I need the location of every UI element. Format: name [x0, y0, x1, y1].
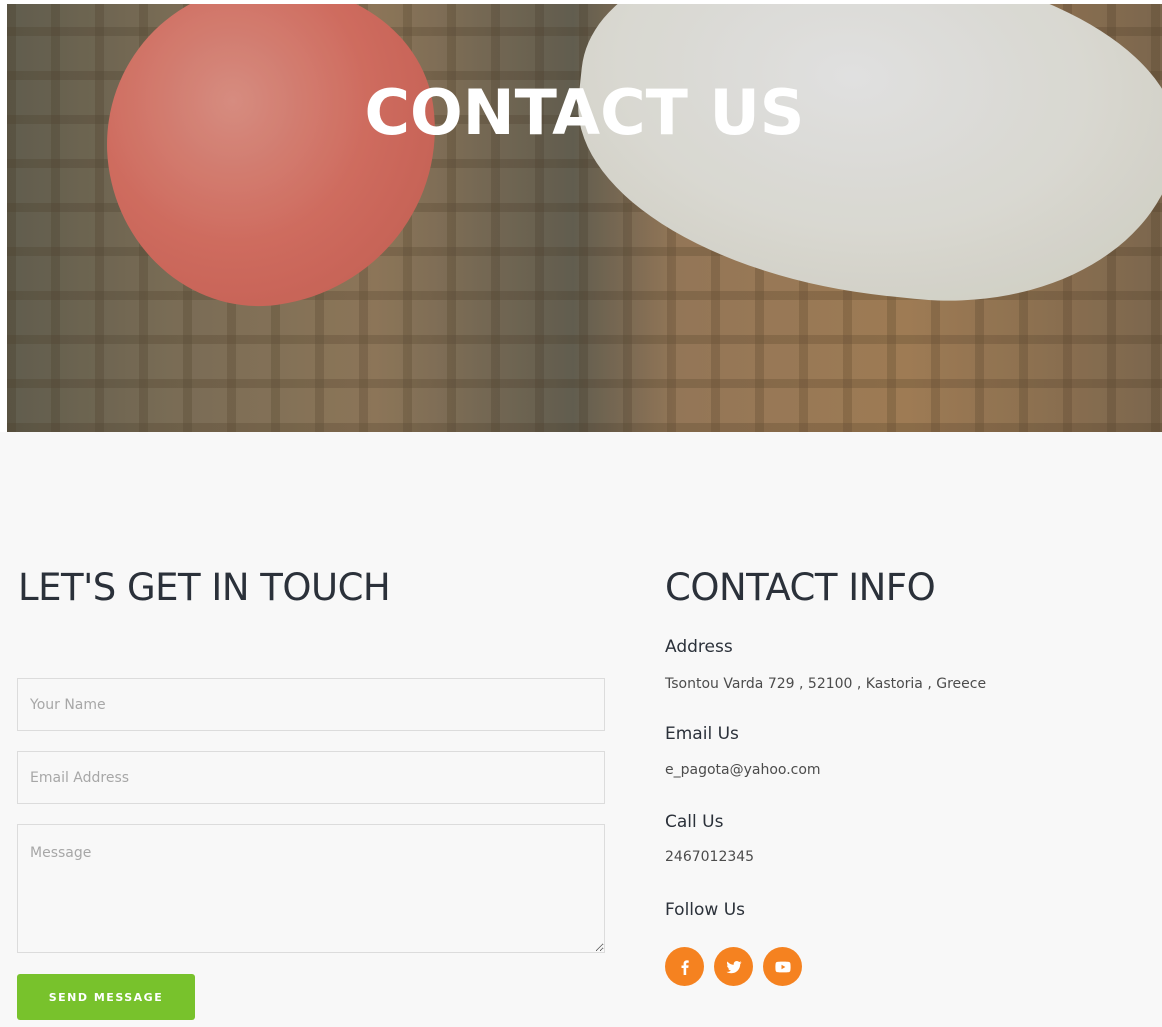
- twitter-icon: [726, 960, 741, 973]
- address-value: Tsontou Varda 729 , 52100 , Kastoria , G…: [665, 676, 987, 692]
- facebook-icon: [681, 959, 689, 975]
- youtube-link[interactable]: [763, 947, 802, 986]
- contact-info-heading: CONTACT INFO: [665, 566, 936, 609]
- form-heading: LET'S GET IN TOUCH: [18, 566, 391, 609]
- email-field[interactable]: [17, 751, 605, 804]
- twitter-link[interactable]: [714, 947, 753, 986]
- send-message-button[interactable]: SEND MESSAGE: [17, 974, 195, 1020]
- phone-value: 2467012345: [665, 849, 755, 865]
- email-value: e_pagota@yahoo.com: [665, 762, 821, 778]
- contact-section: LET'S GET IN TOUCH SEND MESSAGE CONTACT …: [0, 432, 1162, 1027]
- hero-banner: CONTACT US: [7, 4, 1162, 432]
- address-label: Address: [665, 637, 733, 657]
- hero-title: CONTACT US: [364, 76, 805, 149]
- follow-label: Follow Us: [665, 900, 746, 920]
- call-label: Call Us: [665, 812, 724, 832]
- facebook-link[interactable]: [665, 947, 704, 986]
- email-label: Email Us: [665, 724, 739, 744]
- youtube-icon: [774, 961, 791, 972]
- message-field[interactable]: [17, 824, 605, 953]
- name-field[interactable]: [17, 678, 605, 731]
- hero-overlay: [7, 4, 1162, 432]
